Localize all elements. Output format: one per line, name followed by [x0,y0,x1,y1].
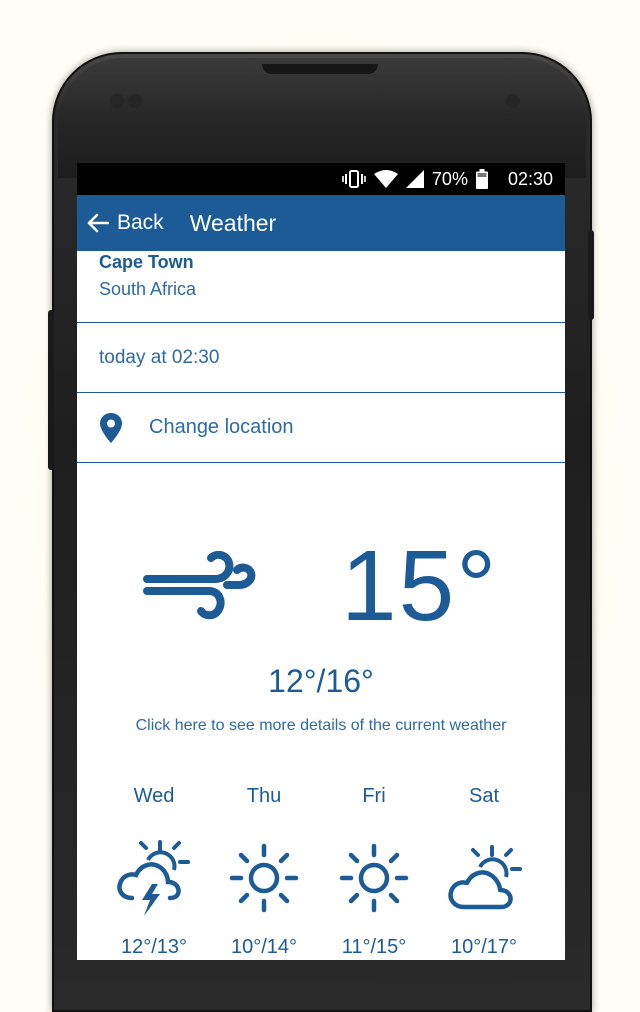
country-name: South Africa [99,279,197,299]
volume-button [48,310,54,470]
front-camera [506,94,520,108]
thunderstorm-partly-sunny-icon [99,838,209,918]
battery-percent: 70% [431,168,468,189]
sun-icon [319,838,429,918]
updated-time: today at 02:30 [77,323,565,393]
phone-screen: 70% 02:30 Back Weather Cape Town South A… [77,163,565,960]
power-button [588,230,594,320]
phone-bezel [58,58,586,178]
forecast-range: 11°/15° [341,936,407,958]
forecast-day[interactable]: Thu 10°/14° [209,763,319,959]
forecast-day[interactable]: Sat 10°/17° [429,763,539,959]
current-weather: 15° 12°/16° Click here to see more detai… [77,463,565,763]
forecast-day[interactable]: Wed 12°/13° [99,763,209,959]
current-temperature: 15° [341,530,499,642]
forecast-day-name: Thu [246,785,282,807]
back-label: Back [117,211,164,234]
front-sensor-left [110,94,124,108]
earpiece-speaker [262,64,378,74]
forecast-day-name: Fri [362,785,386,807]
forecast-range: 12°/13° [120,936,188,958]
change-location-label: Change location [149,416,294,438]
wind-icon [143,549,257,626]
location-pin-icon [99,412,123,444]
change-location-button[interactable]: Change location [77,393,565,463]
forecast-list: Wed 12°/13° Thu 10°/14° Fri 11°/15° Sat … [77,763,543,959]
forecast-day[interactable]: Fri 11°/15° [319,763,429,959]
wifi-icon [373,170,398,188]
weather-details-link[interactable]: Click here to see more details of the cu… [77,717,565,735]
today-min-max: 12°/16° [268,663,374,699]
city-name: Cape Town [99,252,194,272]
forecast-day-name: Wed [133,785,175,807]
location-info: Cape Town South Africa [77,251,565,323]
cell-signal-icon [405,170,424,188]
partly-cloudy-icon [429,838,539,918]
clock: 02:30 [507,168,553,189]
front-sensor-left-2 [128,94,142,108]
status-bar: 70% 02:30 [77,163,565,195]
page-title: Weather [189,209,277,236]
back-button[interactable]: Back [87,211,164,235]
sun-icon [209,838,319,918]
battery-icon [475,169,488,189]
forecast-day-name: Sat [468,785,500,807]
vibrate-icon [342,169,366,189]
forecast-range: 10°/14° [230,936,298,958]
forecast-range: 10°/17° [450,936,518,958]
app-bar: Back Weather [77,195,565,251]
arrow-left-icon [87,213,109,233]
